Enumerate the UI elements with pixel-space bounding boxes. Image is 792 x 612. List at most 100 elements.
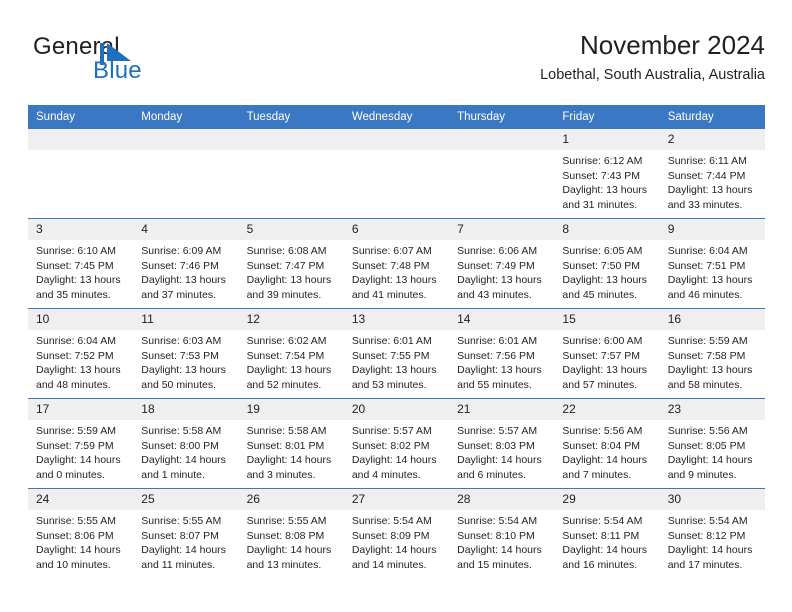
day-number: 30 — [659, 489, 765, 510]
calendar-day-cell[interactable]: 7 Sunrise: 6:06 AM Sunset: 7:49 PM Daylight… — [449, 218, 555, 309]
day-number: 15 — [554, 309, 660, 330]
day-sun-info: Sunrise: 6:10 AM Sunset: 7:45 PM Daylight:… — [28, 240, 133, 302]
calendar-day-cell[interactable]: 15 Sunrise: 6:00 AM Sunset: 7:57 PM Dayligh… — [554, 308, 660, 399]
day-sun-info: Sunrise: 5:56 AM Sunset: 8:04 PM Daylight:… — [554, 420, 659, 482]
sunset-text: Sunset: 7:55 PM — [351, 349, 430, 362]
day-sun-info: Sunrise: 6:09 AM Sunset: 7:46 PM Daylight:… — [133, 240, 238, 302]
sunset-text: Sunset: 8:11 PM — [562, 529, 640, 542]
daylight-text: Daylight: 13 hours and 45 minutes. — [562, 274, 648, 301]
calendar-day-cell[interactable]: 14 Sunrise: 6:01 AM Sunset: 7:56 PM Dayligh… — [449, 308, 555, 399]
calendar-day-cell[interactable]: 1 Sunrise: 6:12 AM Sunset: 7:43 PM Daylight… — [554, 129, 660, 219]
sunset-text: Sunset: 8:12 PM — [667, 529, 746, 542]
page-subtitle: Lobethal, South Australia, Australia — [540, 67, 765, 83]
sunset-text: Sunset: 8:07 PM — [141, 529, 219, 542]
calendar-day-cell[interactable]: 11 Sunrise: 6:03 AM Sunset: 7:53 PM Dayligh… — [133, 308, 239, 399]
calendar-day-cell[interactable]: 16 Sunrise: 5:59 AM Sunset: 7:58 PM Dayligh… — [659, 308, 765, 399]
calendar-day-cell[interactable]: 21 Sunrise: 5:57 AM Sunset: 8:03 PM Dayligh… — [449, 398, 555, 489]
calendar-day-cell[interactable]: 27 Sunrise: 5:54 AM Sunset: 8:09 PM Dayligh… — [343, 488, 450, 578]
day-number: 17 — [28, 399, 134, 420]
daylight-text: Daylight: 14 hours and 11 minutes. — [141, 544, 226, 571]
sunrise-text: Sunrise: 5:55 AM — [36, 515, 116, 527]
day-sun-info: Sunrise: 6:04 AM Sunset: 7:52 PM Daylight:… — [28, 330, 133, 392]
sunset-text: Sunset: 8:02 PM — [351, 439, 430, 452]
brand-name-blue: Blue — [93, 57, 142, 84]
sunset-text: Sunset: 8:06 PM — [36, 529, 114, 542]
daylight-text: Daylight: 13 hours and 46 minutes. — [667, 274, 753, 301]
daylight-text: Daylight: 14 hours and 1 minute. — [141, 454, 226, 481]
weekday-header-friday: Friday — [554, 105, 660, 129]
calendar-day-cell[interactable]: 22 Sunrise: 5:56 AM Sunset: 8:04 PM Dayligh… — [554, 398, 660, 489]
calendar-day-cell[interactable]: 2 Sunrise: 6:11 AM Sunset: 7:44 PM Daylight… — [659, 129, 765, 219]
day-sun-info: Sunrise: 6:05 AM Sunset: 7:50 PM Daylight:… — [554, 240, 659, 302]
day-number: 8 — [554, 219, 660, 240]
calendar-day-cell[interactable]: 26 Sunrise: 5:55 AM Sunset: 8:08 PM Dayligh… — [238, 488, 344, 578]
daylight-text: Daylight: 13 hours and 52 minutes. — [246, 364, 332, 391]
calendar-day-cell[interactable]: 20 Sunrise: 5:57 AM Sunset: 8:02 PM Dayligh… — [343, 398, 450, 489]
day-sun-info: Sunrise: 6:01 AM Sunset: 7:56 PM Daylight:… — [449, 330, 554, 392]
sunset-text: Sunset: 7:53 PM — [141, 349, 219, 362]
calendar-day-cell[interactable]: 18 Sunrise: 5:58 AM Sunset: 8:00 PM Dayligh… — [133, 398, 239, 489]
sunrise-text: Sunrise: 5:56 AM — [562, 425, 643, 437]
day-number: 19 — [238, 399, 344, 420]
day-number: 25 — [133, 489, 239, 510]
day-number — [449, 129, 555, 150]
day-sun-info: Sunrise: 5:57 AM Sunset: 8:03 PM Daylight:… — [449, 420, 554, 482]
sunrise-sunset-calendar-table: Sunday Monday Tuesday Wednesday Thursday… — [28, 105, 765, 578]
day-sun-info: Sunrise: 5:55 AM Sunset: 8:07 PM Daylight:… — [133, 510, 238, 572]
sunrise-text: Sunrise: 5:58 AM — [246, 425, 327, 437]
daylight-text: Daylight: 14 hours and 0 minutes. — [36, 454, 121, 481]
calendar-day-cell[interactable]: 29 Sunrise: 5:54 AM Sunset: 8:11 PM Dayligh… — [554, 488, 660, 578]
day-sun-info: Sunrise: 5:57 AM Sunset: 8:02 PM Daylight:… — [344, 420, 449, 482]
brand-logo[interactable]: General Blue — [33, 33, 263, 89]
day-sun-info: Sunrise: 5:54 AM Sunset: 8:09 PM Daylight:… — [344, 510, 449, 572]
calendar-day-cell[interactable]: 23 Sunrise: 5:56 AM Sunset: 8:05 PM Dayligh… — [659, 398, 765, 489]
calendar-day-cell[interactable]: 17 Sunrise: 5:59 AM Sunset: 7:59 PM Dayligh… — [28, 398, 134, 489]
calendar-day-cell[interactable]: 13 Sunrise: 6:01 AM Sunset: 7:55 PM Dayligh… — [343, 308, 450, 399]
sunset-text: Sunset: 7:50 PM — [562, 259, 641, 272]
daylight-text: Daylight: 14 hours and 3 minutes. — [246, 454, 332, 481]
calendar-day-cell[interactable]: 5 Sunrise: 6:08 AM Sunset: 7:47 PM Daylight… — [238, 218, 344, 309]
calendar-day-cell[interactable]: 25 Sunrise: 5:55 AM Sunset: 8:07 PM Dayligh… — [133, 488, 239, 578]
calendar-day-cell[interactable]: 10 Sunrise: 6:04 AM Sunset: 7:52 PM Dayligh… — [28, 308, 134, 399]
calendar-day-cell[interactable]: 4 Sunrise: 6:09 AM Sunset: 7:46 PM Daylight… — [133, 218, 239, 309]
day-number: 7 — [449, 219, 555, 240]
calendar-body: 1 Sunrise: 6:12 AM Sunset: 7:43 PM Daylight… — [28, 129, 765, 578]
sunset-text: Sunset: 7:51 PM — [667, 259, 746, 272]
calendar-day-cell[interactable]: 6 Sunrise: 6:07 AM Sunset: 7:48 PM Daylight… — [343, 218, 450, 309]
calendar-day-cell[interactable]: 28 Sunrise: 5:54 AM Sunset: 8:10 PM Dayligh… — [449, 488, 555, 578]
day-number — [133, 129, 239, 150]
day-sun-info: Sunrise: 5:54 AM Sunset: 8:11 PM Daylight:… — [554, 510, 659, 572]
calendar-day-cell[interactable]: 8 Sunrise: 6:05 AM Sunset: 7:50 PM Daylight… — [554, 218, 660, 309]
daylight-text: Daylight: 13 hours and 41 minutes. — [351, 274, 437, 301]
daylight-text: Daylight: 14 hours and 7 minutes. — [562, 454, 648, 481]
calendar-page: General Blue November 2024 Lobethal, Sou… — [0, 0, 792, 612]
sunset-text: Sunset: 8:08 PM — [246, 529, 325, 542]
weekday-header-tuesday: Tuesday — [238, 105, 344, 129]
calendar-day-cell-empty — [343, 129, 450, 219]
calendar-day-cell[interactable]: 12 Sunrise: 6:02 AM Sunset: 7:54 PM Dayligh… — [238, 308, 344, 399]
calendar-day-cell[interactable]: 9 Sunrise: 6:04 AM Sunset: 7:51 PM Daylight… — [659, 218, 765, 309]
day-sun-info: Sunrise: 6:08 AM Sunset: 7:47 PM Daylight:… — [239, 240, 344, 302]
calendar-day-cell[interactable]: 3 Sunrise: 6:10 AM Sunset: 7:45 PM Daylight… — [28, 218, 134, 309]
day-number: 9 — [659, 219, 765, 240]
day-sun-info: Sunrise: 5:55 AM Sunset: 8:08 PM Daylight:… — [239, 510, 344, 572]
weekday-header-thursday: Thursday — [449, 105, 555, 129]
sunrise-text: Sunrise: 5:58 AM — [141, 425, 222, 437]
sunrise-text: Sunrise: 6:05 AM — [562, 245, 643, 257]
sunset-text: Sunset: 7:45 PM — [36, 259, 114, 272]
sunset-text: Sunset: 7:48 PM — [351, 259, 430, 272]
sunrise-text: Sunrise: 5:57 AM — [351, 425, 432, 437]
calendar-week-row: 1 Sunrise: 6:12 AM Sunset: 7:43 PM Daylight… — [28, 129, 765, 219]
sunrise-text: Sunrise: 5:55 AM — [141, 515, 222, 527]
calendar-day-cell[interactable]: 19 Sunrise: 5:58 AM Sunset: 8:01 PM Dayligh… — [238, 398, 344, 489]
sunset-text: Sunset: 8:09 PM — [351, 529, 430, 542]
sunrise-text: Sunrise: 5:54 AM — [457, 515, 538, 527]
sunrise-text: Sunrise: 5:59 AM — [36, 425, 116, 437]
day-number — [238, 129, 344, 150]
calendar-day-cell[interactable]: 30 Sunrise: 5:54 AM Sunset: 8:12 PM Dayligh… — [659, 488, 765, 578]
weekday-header-row: Sunday Monday Tuesday Wednesday Thursday… — [28, 105, 765, 129]
sunrise-text: Sunrise: 6:11 AM — [667, 155, 747, 167]
calendar-day-cell[interactable]: 24 Sunrise: 5:55 AM Sunset: 8:06 PM Dayligh… — [28, 488, 134, 578]
sunrise-text: Sunrise: 6:10 AM — [36, 245, 116, 257]
day-number: 29 — [554, 489, 660, 510]
